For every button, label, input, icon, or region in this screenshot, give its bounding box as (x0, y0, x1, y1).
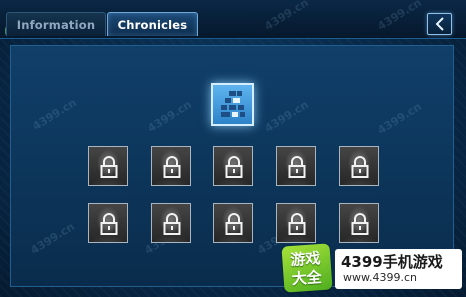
site-logo: 游戏 大全 4399手机游戏 www.4399.cn (281, 243, 462, 293)
lock-icon (351, 213, 369, 235)
lock-icon (351, 156, 369, 178)
locked-chronicle-card[interactable] (339, 203, 379, 243)
lock-icon (100, 156, 118, 178)
lock-icon (225, 213, 243, 235)
tab-information[interactable]: Information (6, 12, 106, 36)
back-button[interactable] (427, 13, 452, 35)
lock-icon (225, 156, 243, 178)
lock-icon (288, 156, 306, 178)
locked-chronicle-card[interactable] (213, 146, 253, 186)
game-screen: Information Chronicles 4399.cn 4399.cn 4… (0, 0, 466, 297)
logo-url: www.4399.cn (343, 271, 417, 284)
lock-icon (288, 213, 306, 235)
lock-icon (163, 156, 181, 178)
locked-chronicle-card[interactable] (151, 203, 191, 243)
locked-chronicle-card[interactable] (276, 146, 316, 186)
logo-badge-line2: 大全 (291, 268, 323, 289)
chevron-left-icon (435, 17, 444, 31)
locked-chronicle-card[interactable] (213, 203, 253, 243)
locked-chronicle-card[interactable] (339, 146, 379, 186)
chronicle-node-unlocked[interactable] (211, 83, 254, 126)
lock-icon (100, 213, 118, 235)
stage-grid-icon (221, 91, 245, 117)
locked-chronicle-card[interactable] (276, 203, 316, 243)
locked-chronicle-card[interactable] (88, 146, 128, 186)
logo-badge: 游戏 大全 (281, 243, 333, 293)
logo-name: 4399手机游戏 (341, 253, 443, 271)
tab-chronicles[interactable]: Chronicles (107, 12, 198, 36)
locked-chronicle-card[interactable] (88, 203, 128, 243)
locked-chronicle-card[interactable] (151, 146, 191, 186)
logo-text-box: 4399手机游戏 www.4399.cn (335, 249, 462, 289)
lock-icon (163, 213, 181, 235)
